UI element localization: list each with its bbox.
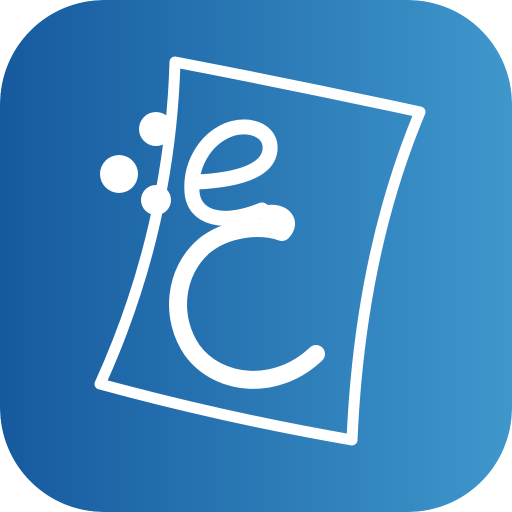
app-icon[interactable] (0, 0, 512, 512)
logo-graphic (0, 0, 512, 512)
